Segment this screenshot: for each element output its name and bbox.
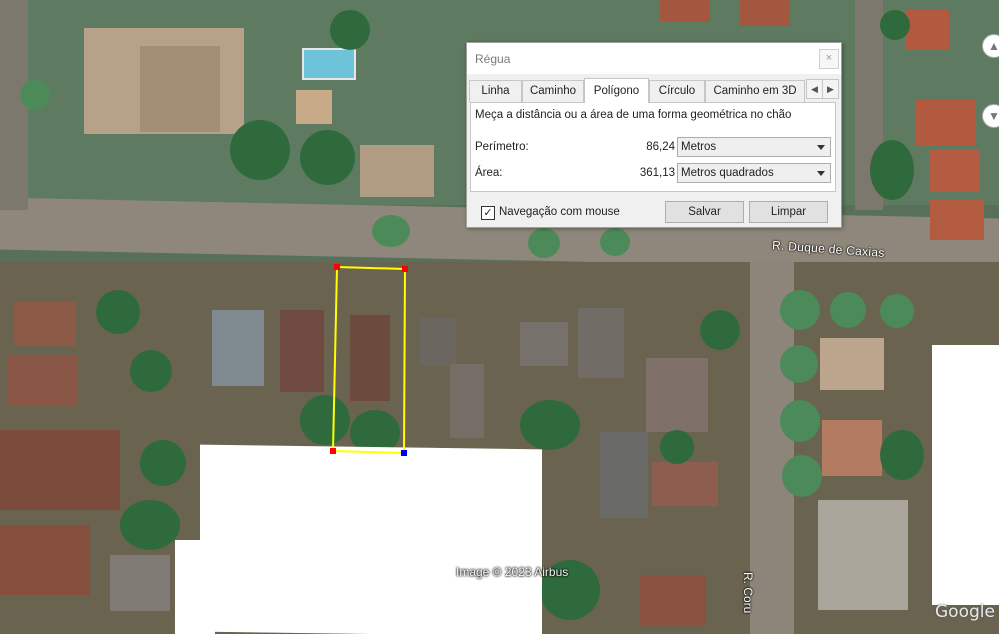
house-roof (818, 500, 908, 610)
polygon-panel: Meça a distância ou a área de uma forma … (470, 102, 836, 192)
tree (780, 400, 820, 442)
tree (830, 292, 866, 328)
chevron-right-icon[interactable]: ▶ (822, 79, 839, 99)
tree (700, 310, 740, 350)
perimeter-unit: Metros (681, 141, 717, 153)
tree (780, 345, 818, 383)
tab-bar: Linha Caminho Polígono Círculo Caminho e… (469, 78, 809, 103)
tree (140, 440, 186, 486)
tree (528, 228, 560, 258)
house-roof (296, 90, 332, 124)
chevron-down-icon (817, 145, 825, 150)
area-unit-select[interactable]: Metros quadrados (677, 163, 831, 183)
blank-area (932, 345, 999, 605)
house-roof (360, 145, 434, 197)
street-label: R. Coru (741, 572, 755, 614)
chevron-left-icon[interactable]: ◀ (806, 79, 823, 99)
house-roof (14, 302, 76, 346)
up-icon[interactable]: ▲ (982, 34, 999, 58)
house-roof (915, 100, 975, 146)
house-roof (450, 364, 484, 438)
tab-caminho[interactable]: Caminho (522, 80, 584, 102)
house-roof (930, 200, 984, 240)
area-label: Área: (475, 167, 503, 179)
perimeter-value: 86,24 (646, 141, 675, 153)
dialog-title: Régua (475, 52, 511, 66)
image-attribution: Image © 2023 Airbus (456, 565, 569, 579)
house-roof (905, 10, 949, 50)
house-roof (600, 432, 648, 518)
house-roof (280, 310, 324, 392)
house-roof (212, 310, 264, 386)
tab-poligono[interactable]: Polígono (584, 78, 649, 103)
tree (372, 215, 410, 247)
tab-caminho-3d[interactable]: Caminho em 3D (705, 80, 805, 102)
tree (660, 430, 694, 464)
tree (300, 130, 355, 185)
house-roof (578, 308, 624, 378)
tree (880, 294, 914, 328)
panel-description: Meça a distância ou a área de uma forma … (475, 109, 792, 121)
perimeter-label: Perímetro: (475, 141, 529, 153)
swimming-pool (302, 48, 356, 80)
tree (130, 350, 172, 392)
tree (120, 500, 180, 550)
house-roof (8, 356, 78, 406)
house-roof (820, 338, 884, 390)
tree (780, 290, 820, 330)
mouse-navigation-label: Navegação com mouse (499, 206, 620, 218)
google-logo: Google (935, 602, 995, 622)
tree (520, 400, 580, 450)
dialog-titlebar[interactable]: Régua × (467, 43, 841, 74)
tree (20, 80, 50, 110)
house-roof (520, 322, 568, 366)
tree (880, 430, 924, 480)
house-roof (110, 555, 170, 611)
tree (96, 290, 140, 334)
chevron-down-icon (817, 171, 825, 176)
area-unit: Metros quadrados (681, 167, 774, 179)
tree (330, 10, 370, 50)
house-roof (140, 46, 220, 132)
tree (300, 395, 350, 445)
house-roof (350, 315, 390, 401)
house-roof (640, 575, 706, 625)
house-roof (740, 0, 790, 26)
tree (230, 120, 290, 180)
clear-button[interactable]: Limpar (749, 201, 828, 223)
house-roof (0, 525, 90, 595)
house-roof (822, 420, 882, 476)
house-roof (0, 430, 120, 510)
save-button[interactable]: Salvar (665, 201, 744, 223)
tree (880, 10, 910, 40)
tab-circulo[interactable]: Círculo (649, 80, 705, 102)
house-roof (930, 150, 980, 192)
tab-linha[interactable]: Linha (469, 80, 522, 102)
house-roof (420, 318, 456, 366)
house-roof (660, 0, 710, 22)
tree (782, 455, 822, 497)
tree (870, 140, 914, 200)
perimeter-unit-select[interactable]: Metros (677, 137, 831, 157)
house-roof (646, 358, 708, 432)
area-value: 361,13 (639, 167, 675, 179)
house-roof (652, 462, 718, 506)
close-icon[interactable]: × (819, 49, 839, 69)
ruler-dialog: Régua × Linha Caminho Polígono Círculo C… (466, 42, 842, 228)
mouse-navigation-checkbox[interactable]: ✓ (481, 206, 495, 220)
blank-area (175, 540, 215, 634)
blank-area (200, 444, 542, 634)
down-icon[interactable]: ▼ (982, 104, 999, 128)
tree (600, 228, 630, 256)
